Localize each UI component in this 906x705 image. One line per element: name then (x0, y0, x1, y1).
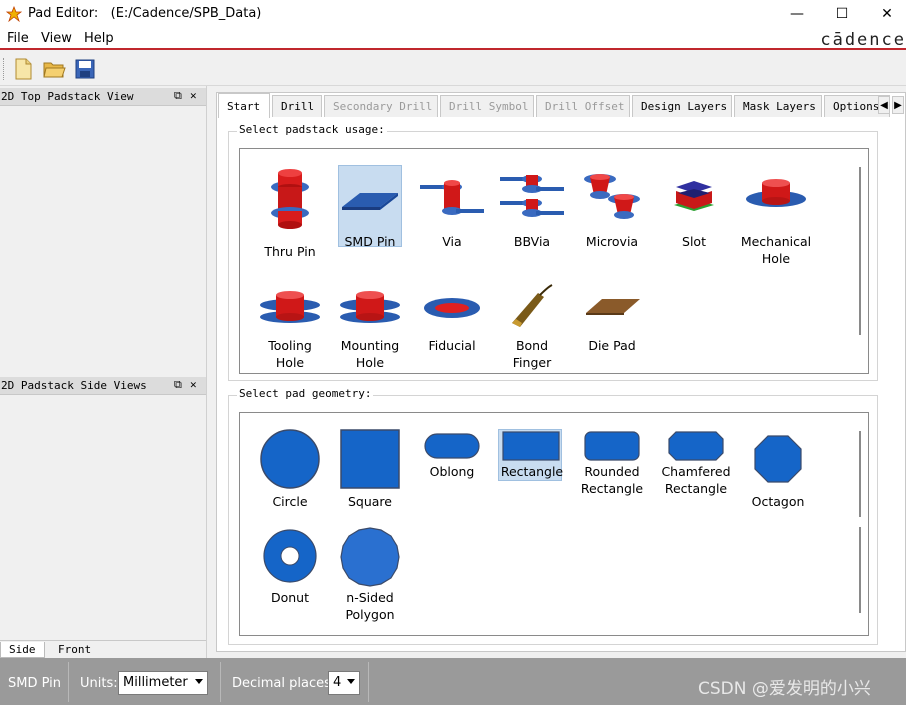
menu-bar: File View Help cādence (0, 28, 906, 50)
geometry-item-chamfered-rectangle[interactable]: Chamfered Rectangle (656, 423, 736, 513)
usage-item-mounting-hole[interactable]: Mounting Hole (330, 273, 410, 373)
new-file-icon[interactable] (11, 57, 35, 81)
tab-scroll-left-icon[interactable]: ◀ (878, 96, 890, 114)
float-panel-icon[interactable]: ⧉ (174, 378, 182, 392)
usage-scrollbar[interactable] (859, 167, 861, 335)
menu-help[interactable]: Help (84, 31, 114, 46)
save-icon[interactable] (73, 57, 97, 81)
via-icon (420, 180, 484, 215)
tab-design-layers[interactable]: Design Layers (632, 95, 732, 117)
usage-item-smd-pin[interactable]: SMD Pin (330, 159, 410, 259)
usage-item-slot[interactable]: Slot (654, 159, 734, 259)
top-view-canvas[interactable] (0, 107, 202, 377)
usage-group: Select padstack usage: Thru Pin SMD Pin … (228, 123, 878, 381)
geometry-scrollbar-lower[interactable] (859, 527, 861, 613)
units-label: Units: (80, 676, 118, 691)
usage-item-bond-finger[interactable]: Bond Finger (492, 273, 572, 373)
side-view-panel-header: 2D Padstack Side Views ⧉ ✕ (0, 377, 206, 395)
chevron-down-icon (347, 679, 355, 684)
decimal-places-select[interactable]: 4 (328, 671, 360, 695)
usage-item-mechanical-hole[interactable]: Mechanical Hole (736, 159, 816, 269)
n-sided-polygon-icon (340, 527, 400, 587)
toolbar (0, 52, 906, 86)
geometry-item-circle[interactable]: Circle (250, 423, 330, 513)
top-view-panel-header: 2D Top Padstack View ⧉ ✕ (0, 88, 206, 106)
mechanical-hole-icon (746, 179, 806, 207)
geometry-item-square[interactable]: Square (330, 423, 410, 513)
geometry-scrollbar[interactable] (859, 431, 861, 517)
tab-secondary-drill[interactable]: Secondary Drill (324, 95, 438, 117)
tooling-hole-icon (260, 291, 320, 323)
rounded-rectangle-icon (584, 431, 640, 461)
tab-start[interactable]: Start (218, 93, 270, 118)
tab-drill-offset[interactable]: Drill Offset (536, 95, 630, 117)
usage-item-die-pad[interactable]: Die Pad (572, 273, 652, 373)
close-window-button[interactable]: ✕ (864, 0, 906, 28)
minimize-button[interactable]: — (774, 0, 820, 28)
geometry-group: Select pad geometry: Circle Square Oblon… (228, 387, 878, 645)
tab-bar: Start Drill Secondary Drill Drill Symbol… (216, 93, 906, 118)
menu-file[interactable]: File (7, 31, 29, 46)
smd-pin-icon (342, 193, 398, 210)
tab-drill[interactable]: Drill (272, 95, 322, 117)
splitter[interactable] (206, 86, 210, 658)
donut-icon (263, 529, 317, 583)
microvia-icon (584, 174, 640, 219)
bond-finger-icon (512, 284, 553, 327)
rectangle-icon (502, 431, 560, 461)
usage-item-via[interactable]: Via (412, 159, 492, 259)
title-bar: Pad Editor: (E:/Cadence/SPB_Data) — ☐ ✕ (0, 0, 906, 28)
thru-pin-icon (271, 169, 309, 229)
side-view-canvas[interactable] (0, 396, 202, 640)
menu-view[interactable]: View (41, 31, 72, 46)
octagon-icon (754, 435, 802, 483)
status-usage: SMD Pin (8, 676, 62, 691)
geometry-list: Circle Square Oblong Rectangle Rounded R… (239, 412, 869, 636)
open-folder-icon[interactable] (42, 57, 66, 81)
usage-item-fiducial[interactable]: Fiducial (412, 273, 492, 373)
geometry-item-rounded-rectangle[interactable]: Rounded Rectangle (572, 423, 652, 513)
usage-list: Thru Pin SMD Pin Via BBVia Microvia Slot… (239, 148, 869, 374)
tab-front[interactable]: Front (50, 642, 99, 658)
bbvia-icon (500, 175, 564, 217)
die-pad-icon (586, 299, 640, 315)
units-select[interactable]: Millimeter (118, 671, 208, 695)
chevron-down-icon (195, 679, 203, 684)
side-view-tabs: Side Front (0, 640, 206, 658)
tab-drill-symbol[interactable]: Drill Symbol (440, 95, 534, 117)
tab-scroll-right-icon[interactable]: ▶ (892, 96, 904, 114)
usage-item-tooling-hole[interactable]: Tooling Hole (250, 273, 330, 373)
float-panel-icon[interactable]: ⧉ (174, 89, 182, 103)
tab-mask-layers[interactable]: Mask Layers (734, 95, 822, 117)
chamfered-rectangle-icon (668, 431, 724, 461)
geometry-item-oblong[interactable]: Oblong (412, 423, 492, 513)
mounting-hole-icon (340, 291, 400, 323)
geometry-item-octagon[interactable]: Octagon (738, 423, 818, 513)
circle-icon (260, 429, 320, 489)
tab-side[interactable]: Side (0, 642, 45, 658)
usage-item-thru-pin[interactable]: Thru Pin (250, 159, 330, 259)
watermark-text: CSDN @爱发明的小兴 (698, 679, 871, 699)
window-title: Pad Editor: (E:/Cadence/SPB_Data) (28, 6, 262, 21)
geometry-item-rectangle[interactable]: Rectangle (492, 423, 572, 513)
close-panel-icon[interactable]: ✕ (190, 378, 197, 391)
decimal-places-label: Decimal places: (232, 676, 336, 691)
fiducial-icon (424, 298, 480, 318)
close-panel-icon[interactable]: ✕ (190, 89, 197, 102)
square-icon (340, 429, 400, 489)
usage-item-bbvia[interactable]: BBVia (492, 159, 572, 259)
pad-editor-app-icon (6, 6, 22, 22)
cadence-logo: cādence (820, 30, 906, 50)
slot-icon (674, 181, 714, 211)
geometry-item-donut[interactable]: Donut (250, 523, 330, 623)
geometry-item-n-sided-polygon[interactable]: n-Sided Polygon (330, 523, 410, 623)
oblong-icon (424, 433, 480, 459)
usage-item-microvia[interactable]: Microvia (572, 159, 652, 259)
maximize-button[interactable]: ☐ (819, 0, 865, 28)
